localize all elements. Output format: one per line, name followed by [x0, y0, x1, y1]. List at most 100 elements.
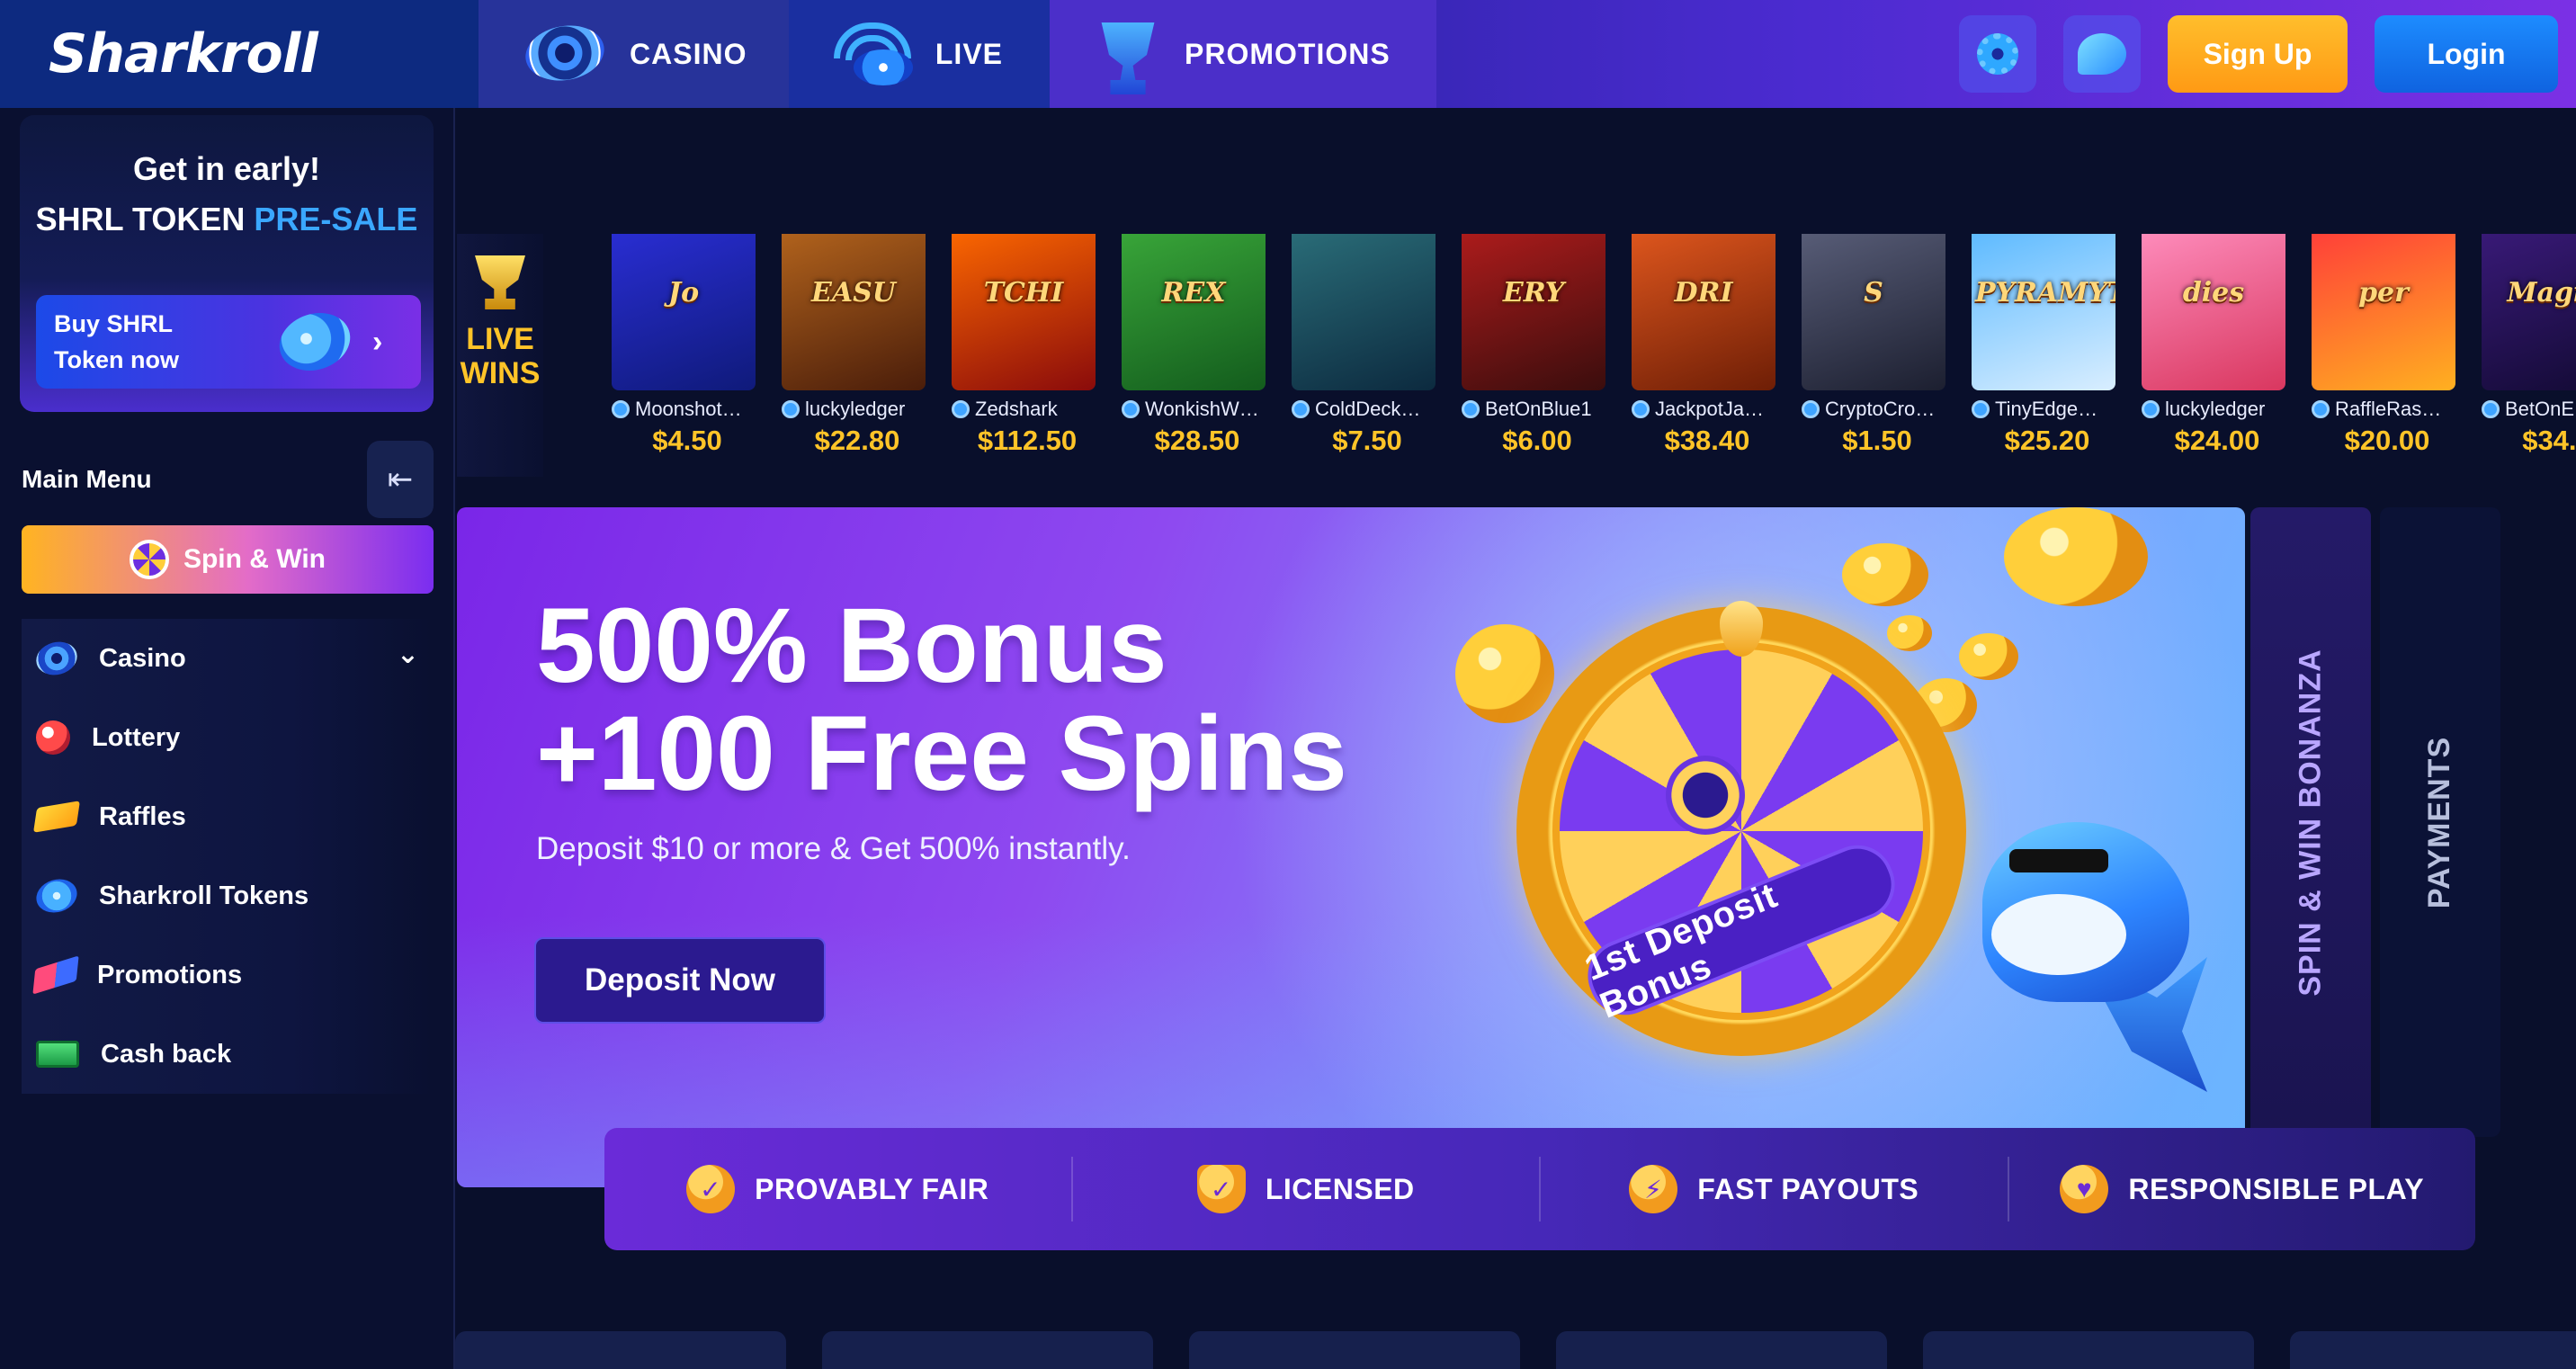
winner-row: WonkishW… — [1122, 398, 1266, 421]
presale-token-label: SHRL TOKEN — [35, 201, 255, 237]
hero-subtitle: Deposit $10 or more & Get 500% instantly… — [536, 831, 1131, 866]
game-card[interactable] — [2290, 1331, 2576, 1369]
sidebar-item-cash-back[interactable]: Cash back — [22, 1015, 434, 1094]
sidebar-item-promotions[interactable]: Promotions — [22, 935, 434, 1015]
login-button[interactable]: Login — [2375, 15, 2558, 93]
winner-username: Zedshark — [975, 398, 1058, 420]
live-wins-label: LIVE WINS — [460, 322, 541, 390]
trust-bar: ✓ PROVABLY FAIR ✓ LICENSED ⚡ FAST PAYOUT… — [604, 1128, 2475, 1250]
game-row-preview — [455, 1331, 2576, 1369]
wheel-hub-icon — [1666, 756, 1745, 835]
live-win-card[interactable]: dies luckyledger $24.00 — [2142, 234, 2285, 466]
trust-label: PROVABLY FAIR — [755, 1172, 989, 1205]
user-avatar-icon — [1462, 400, 1480, 418]
game-thumbnail[interactable]: EASU — [782, 234, 926, 390]
user-avatar-icon — [952, 400, 970, 418]
live-win-card[interactable]: ColdDeck… $7.50 — [1292, 234, 1436, 466]
tab-payments-label: PAYMENTS — [2422, 736, 2457, 908]
winner-row: TinyEdge… — [1972, 398, 2115, 421]
live-win-card[interactable]: per RaffleRas… $20.00 — [2312, 234, 2455, 466]
sidebar: Get in early! SHRL TOKEN PRE-SALE Buy SH… — [0, 108, 455, 1369]
game-thumbnail[interactable]: dies — [2142, 234, 2285, 390]
tab-spin-win-bonanza[interactable]: SPIN & WIN BONANZA — [2250, 507, 2371, 1137]
chevron-right-icon: › — [372, 324, 383, 359]
game-thumbnail[interactable]: REX — [1122, 234, 1266, 390]
live-win-card[interactable]: Magic BetOnE $34.8 — [2482, 234, 2576, 466]
lottery-ball-icon — [36, 720, 70, 755]
game-thumbnail[interactable]: Magic — [2482, 234, 2576, 390]
support-chat-button[interactable] — [2063, 15, 2141, 93]
sidebar-menu: Casino ⌄ Lottery Raffles Sharkroll Token… — [22, 619, 434, 1094]
gear-icon — [1977, 33, 2018, 75]
user-avatar-icon — [2312, 400, 2330, 418]
live-win-card[interactable]: DRI JackpotJa… $38.40 — [1632, 234, 1775, 466]
shield-check-icon: ✓ — [1196, 1165, 1246, 1213]
win-amount: $112.50 — [977, 425, 1078, 456]
nav-tab-promotions-label: PROMOTIONS — [1185, 37, 1391, 70]
winner-username: ColdDeck… — [1315, 398, 1421, 420]
collapse-sidebar-button[interactable]: ⇤ — [367, 441, 434, 518]
game-card[interactable] — [1189, 1331, 1520, 1369]
tab-payments[interactable]: PAYMENTS — [2380, 507, 2500, 1137]
game-thumbnail-title: per — [2358, 277, 2409, 309]
live-win-card[interactable]: PYRAMYTH TinyEdge… $25.20 — [1972, 234, 2115, 466]
nav-tab-casino[interactable]: CASINO — [479, 0, 789, 108]
win-amount: $1.50 — [1842, 425, 1912, 456]
user-avatar-icon — [1972, 400, 1990, 418]
user-avatar-icon — [2482, 400, 2500, 418]
game-card[interactable] — [1923, 1331, 2254, 1369]
game-thumbnail[interactable]: per — [2312, 234, 2455, 390]
game-thumbnail-title: S — [1864, 277, 1883, 309]
live-win-card[interactable]: REX WonkishW… $28.50 — [1122, 234, 1266, 466]
presale-accent-label: PRE-SALE — [254, 201, 418, 237]
winner-row: luckyledger — [2142, 398, 2285, 421]
game-thumbnail-title: Jo — [667, 277, 700, 309]
sidebar-item-casino[interactable]: Casino ⌄ — [22, 619, 434, 698]
nav-tab-live[interactable]: LIVE — [789, 0, 1050, 108]
live-win-card[interactable]: S CryptoCro… $1.50 — [1802, 234, 1945, 466]
live-win-card[interactable]: Jo Moonshot… $4.50 — [612, 234, 756, 466]
deposit-now-button[interactable]: Deposit Now — [534, 937, 826, 1024]
game-thumbnail-title: dies — [2182, 277, 2245, 309]
wheel-icon — [129, 540, 169, 579]
presale-card: Get in early! SHRL TOKEN PRE-SALE Buy SH… — [20, 115, 434, 412]
chevron-down-icon[interactable]: ⌄ — [397, 639, 419, 670]
winner-row: BetOnBlue1 — [1462, 398, 1606, 421]
trust-licensed: ✓ LICENSED — [1073, 1157, 1541, 1221]
winner-row: Moonshot… — [612, 398, 756, 421]
collapse-icon: ⇤ — [387, 462, 414, 497]
live-win-card[interactable]: TCHI Zedshark $112.50 — [952, 234, 1096, 466]
checkmark-badge-icon: ✓ — [686, 1165, 736, 1213]
sidebar-item-lottery[interactable]: Lottery — [22, 698, 434, 777]
game-thumbnail[interactable]: Jo — [612, 234, 756, 390]
game-card[interactable] — [1556, 1331, 1887, 1369]
winner-row: Zedshark — [952, 398, 1096, 421]
game-thumbnail[interactable]: S — [1802, 234, 1945, 390]
nav-tab-promotions[interactable]: PROMOTIONS — [1050, 0, 1436, 108]
logo[interactable]: Sharkroll — [0, 0, 479, 108]
sidebar-item-sharkroll-tokens[interactable]: Sharkroll Tokens — [22, 856, 434, 935]
user-avatar-icon — [1122, 400, 1140, 418]
user-avatar-icon — [1802, 400, 1820, 418]
game-card[interactable] — [822, 1331, 1153, 1369]
live-win-card[interactable]: EASU luckyledger $22.80 — [782, 234, 926, 466]
token-icon — [272, 304, 358, 380]
sidebar-item-raffles[interactable]: Raffles — [22, 777, 434, 856]
live-win-card[interactable]: ERY BetOnBlue1 $6.00 — [1462, 234, 1606, 466]
game-thumbnail[interactable]: ERY — [1462, 234, 1606, 390]
spin-and-win-button[interactable]: Spin & Win — [22, 525, 434, 594]
trust-fast-payouts: ⚡ FAST PAYOUTS — [1541, 1157, 2009, 1221]
hero-banner[interactable]: 500% Bonus +100 Free Spins Deposit $10 o… — [457, 507, 2245, 1187]
game-thumbnail[interactable] — [1292, 234, 1436, 390]
settings-button[interactable] — [1959, 15, 2036, 93]
game-thumbnail[interactable]: TCHI — [952, 234, 1096, 390]
sign-up-button[interactable]: Sign Up — [2168, 15, 2348, 93]
user-avatar-icon — [2142, 400, 2160, 418]
game-thumbnail-title: ERY — [1502, 277, 1565, 309]
winner-row: CryptoCro… — [1802, 398, 1945, 421]
game-thumbnail[interactable]: PYRAMYTH — [1972, 234, 2115, 390]
game-card[interactable] — [455, 1331, 786, 1369]
buy-token-button[interactable]: Buy SHRL Token now › — [36, 295, 421, 389]
game-thumbnail[interactable]: DRI — [1632, 234, 1775, 390]
winner-username: CryptoCro… — [1825, 398, 1936, 420]
